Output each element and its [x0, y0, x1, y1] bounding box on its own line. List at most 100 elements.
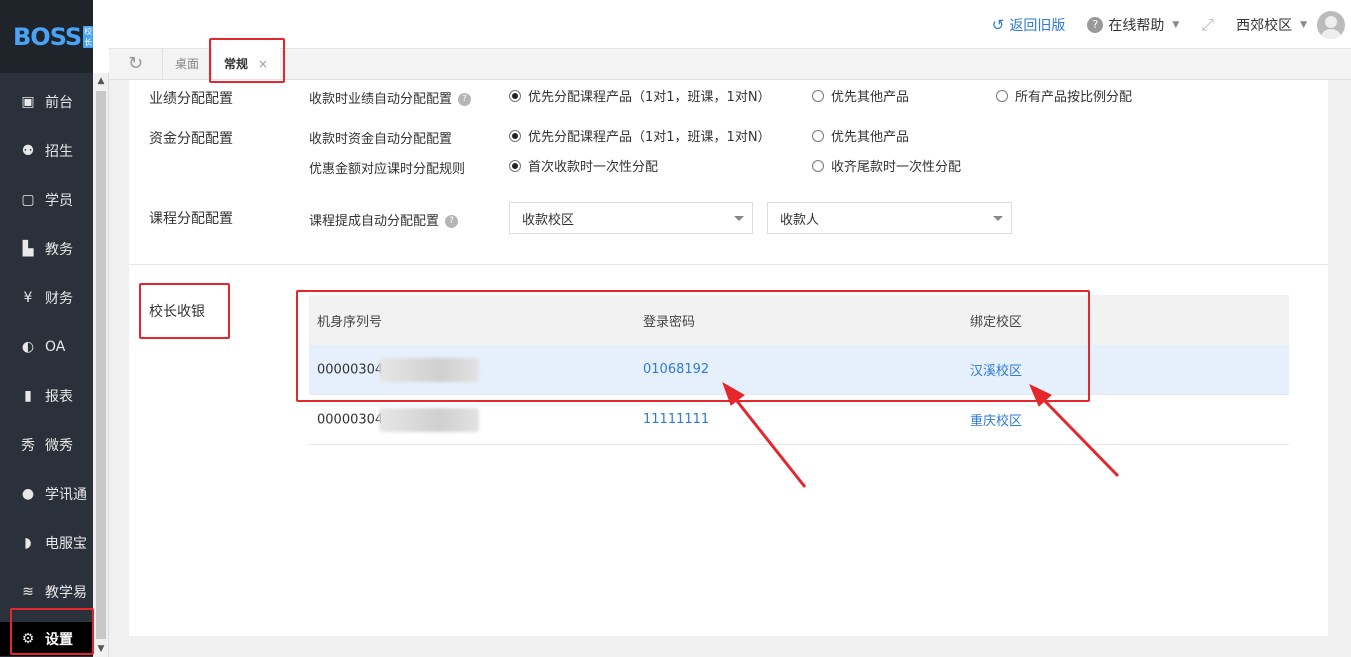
sidebar-item-label: 学讯通	[45, 486, 87, 503]
sidebar-item-label: 微秀	[45, 437, 73, 454]
logo-text: BOSS	[13, 22, 82, 51]
calendar-icon: ▣	[21, 93, 35, 110]
sidebar-item-oa[interactable]: ◐ OA	[0, 322, 93, 371]
radio-label: 优先分配课程产品（1对1，班课，1对N）	[528, 90, 771, 105]
radio-funds-course-first[interactable]: 优先分配课程产品（1对1，班课，1对N）	[509, 126, 771, 145]
sidebar-item-label: OA	[45, 338, 66, 355]
radio-performance-proportional[interactable]: 所有产品按比例分配	[996, 86, 1132, 105]
radio-label: 首次收款时一次性分配	[528, 160, 659, 175]
campus-selector[interactable]: 西郊校区 ▼	[1236, 15, 1307, 35]
performance-config-label: 业绩分配配置	[149, 91, 233, 107]
phone-icon: ◗	[24, 534, 32, 551]
annotation-box-settings	[10, 608, 94, 655]
tab-label: 桌面	[175, 57, 200, 71]
annotation-box-tab	[209, 38, 285, 83]
help-icon[interactable]: ?	[458, 93, 472, 106]
expand-icon: ⤢	[1201, 14, 1215, 34]
annotation-box-table	[296, 290, 1090, 402]
back-label: 返回旧版	[1009, 17, 1066, 34]
radio-unchecked-icon	[996, 89, 1008, 102]
performance-field-label: 收款时业绩自动分配配置?	[309, 88, 472, 107]
sidebar-item-dianfubao[interactable]: ◗ 电服宝	[0, 518, 93, 567]
course-field-label: 课程提成自动分配配置?	[309, 210, 459, 229]
radio-funds-other-first[interactable]: 优先其他产品	[812, 126, 909, 145]
section-divider	[129, 264, 1328, 265]
funds-field-label: 收款时资金自动分配配置	[309, 132, 453, 147]
help-icon: ?	[1087, 16, 1104, 33]
online-help-menu[interactable]: ? 在线帮助 ▼	[1087, 15, 1179, 35]
book-icon: ▙	[22, 240, 34, 257]
radio-label: 收齐尾款时一次性分配	[831, 160, 962, 175]
refresh-icon[interactable]: ↻	[109, 48, 162, 79]
funds-config-label: 资金分配配置	[149, 131, 233, 147]
radio-unchecked-icon	[812, 129, 824, 142]
sidebar-item-students[interactable]: ▢ 学员	[0, 175, 93, 224]
fullscreen-button[interactable]: ⤢	[1201, 15, 1214, 35]
scroll-up-icon[interactable]: ▲	[93, 73, 109, 89]
tab-desktop[interactable]: 桌面	[162, 48, 211, 79]
right-scrollbar[interactable]	[1341, 80, 1351, 657]
course-config-label: 课程分配配置	[149, 211, 233, 227]
oa-icon: ◐	[21, 338, 35, 355]
layers-icon: ≋	[22, 583, 34, 600]
field-text: 课程提成自动分配配置	[309, 214, 440, 229]
sidebar-item-xuexuntong[interactable]: ● 学讯通	[0, 469, 93, 518]
avatar[interactable]	[1317, 10, 1345, 39]
radio-discount-first-payment[interactable]: 首次收款时一次性分配	[509, 156, 658, 175]
sidebar-item-reports[interactable]: ▮ 报表	[0, 371, 93, 420]
campus-link[interactable]: 重庆校区	[963, 410, 1289, 429]
radio-label: 所有产品按比例分配	[1015, 90, 1133, 105]
tab-bar: ↻ 桌面 常规 ×	[109, 48, 1351, 80]
sidebar-item-label: 教学易	[45, 584, 87, 601]
campus-label: 西郊校区	[1236, 17, 1293, 34]
table-row[interactable]: 00000304 11111111 重庆校区	[309, 395, 1289, 445]
course-payee-select[interactable]: 收款人	[767, 202, 1012, 234]
scroll-down-icon[interactable]: ▼	[93, 641, 109, 657]
location-icon: ●	[21, 485, 35, 502]
help-label: 在线帮助	[1108, 17, 1165, 34]
logo-badge: 校长	[83, 25, 93, 48]
annotation-box-cashier-label	[139, 283, 230, 339]
sidebar-item-label: 财务	[45, 290, 73, 307]
back-to-old-version-link[interactable]: ↺ 返回旧版	[992, 15, 1066, 35]
sidebar-item-enroll[interactable]: ⚉ 招生	[0, 126, 93, 175]
sidebar-item-finance[interactable]: ¥ 财务	[0, 273, 93, 322]
select-value: 收款人	[780, 212, 820, 228]
radio-checked-icon	[509, 129, 521, 142]
add-user-icon: ⚉	[21, 142, 35, 159]
sidebar-item-label: 电服宝	[45, 535, 87, 552]
radio-checked-icon	[509, 159, 521, 172]
sidebar-item-frontdesk[interactable]: ▣ 前台	[0, 77, 93, 126]
yen-icon: ¥	[23, 289, 33, 306]
scrollbar-thumb[interactable]	[96, 91, 106, 639]
radio-performance-other-first[interactable]: 优先其他产品	[812, 86, 909, 105]
sidebar-top-fill	[93, 0, 109, 73]
id-card-icon: ▢	[21, 191, 35, 208]
sidebar-item-academic[interactable]: ▙ 教务	[0, 224, 93, 273]
select-value: 收款校区	[522, 212, 575, 228]
xiu-icon: 秀	[21, 437, 35, 454]
redacted-blur	[379, 407, 480, 432]
serial-value: 00000304	[317, 412, 384, 427]
sidebar-item-weixiu[interactable]: 秀微秀	[0, 420, 93, 469]
sidebar-item-label: 前台	[45, 94, 73, 111]
help-icon[interactable]: ?	[445, 215, 459, 228]
chevron-down-icon: ▼	[1300, 19, 1307, 30]
sidebar-item-label: 学员	[45, 192, 73, 209]
radio-label: 优先其他产品	[831, 90, 910, 105]
radio-label: 优先其他产品	[831, 130, 910, 145]
sidebar-scrollbar[interactable]: ▲ ▼	[93, 73, 109, 657]
bar-chart-icon: ▮	[24, 387, 32, 404]
logo[interactable]: BOSS 校长	[0, 0, 93, 73]
chevron-down-icon	[993, 216, 1003, 221]
radio-checked-icon	[509, 89, 521, 102]
sidebar-item-label: 教务	[45, 241, 73, 258]
radio-label: 优先分配课程产品（1对1，班课，1对N）	[528, 130, 771, 145]
radio-unchecked-icon	[812, 89, 824, 102]
field-text: 收款时业绩自动分配配置	[309, 92, 453, 107]
radio-unchecked-icon	[812, 159, 824, 172]
radio-discount-final-payment[interactable]: 收齐尾款时一次性分配	[812, 156, 961, 175]
radio-performance-course-first[interactable]: 优先分配课程产品（1对1，班课，1对N）	[509, 86, 771, 105]
password-link[interactable]: 11111111	[636, 412, 963, 427]
course-campus-select[interactable]: 收款校区	[509, 202, 753, 234]
